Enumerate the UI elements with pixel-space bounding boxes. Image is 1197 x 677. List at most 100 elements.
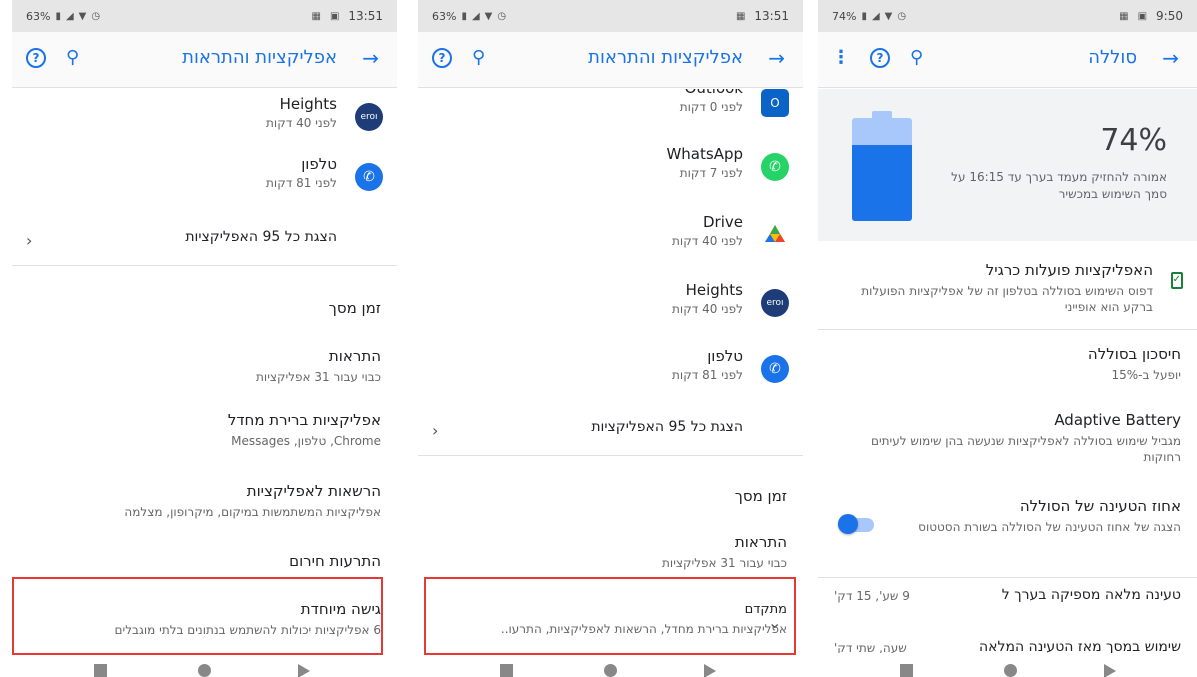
pref-advanced[interactable]: מתקדם אפליקציות ברירת מחדל, הרשאות לאפלי… bbox=[462, 602, 787, 637]
pref-app-permissions[interactable]: הרשאות לאפליקציות אפליקציות המשתמשות במי… bbox=[28, 482, 381, 520]
search-icon[interactable]: ⚲ bbox=[910, 47, 923, 68]
signal-icon: ◢ bbox=[65, 11, 74, 22]
chevron-left-icon: ‹ bbox=[432, 421, 439, 440]
wifi-icon: ▼ bbox=[78, 11, 87, 22]
stat-label: שימוש במסך מאז הטעינה המלאה bbox=[978, 639, 1181, 653]
battery-percent: 74% bbox=[832, 10, 857, 23]
search-icon[interactable]: ⚲ bbox=[472, 47, 485, 68]
pref-special-access[interactable]: גישה מיוחדת 6 אפליקציות יכולות להשתמש בנ… bbox=[28, 600, 381, 638]
recent-app-row[interactable]: ✆ טלפון לפני 81 דקות bbox=[418, 347, 803, 391]
pref-default-apps[interactable]: אפליקציות ברירת מחדל Chrome, טלפון, Mess… bbox=[28, 411, 381, 449]
recent-app-row[interactable]: ✆ WhatsApp לפני 7 דקות bbox=[418, 145, 803, 189]
app-name: טלפון bbox=[707, 347, 743, 365]
pref-subtitle: Chrome, טלפון, Messages bbox=[231, 434, 381, 448]
battery-ok-icon: ✓ bbox=[1171, 272, 1183, 289]
see-all-apps-row[interactable]: הצגת כל 95 האפליקציות ‹ bbox=[12, 219, 397, 255]
pref-subtitle: כבוי עבור 31 אפליקציות bbox=[256, 370, 381, 384]
pref-apps-running-normally[interactable]: האפליקציות פועלות כרגיל דפוס השימוש בסול… bbox=[834, 261, 1153, 315]
status-bar: 74% ▮ ◢ ▼ ◷ ▦ ▣ 9:50 bbox=[818, 0, 1197, 32]
settings-list: O Outlook לפני 0 דקות ✆ WhatsApp לפני 7 … bbox=[418, 89, 803, 653]
help-icon[interactable]: ? bbox=[432, 47, 452, 68]
clock: 9:50 bbox=[1156, 9, 1183, 23]
panel-apps-notifications-2: 63% ▮ ◢ ▼ ◷ ▦ 13:51 → אפליקציות והתראות … bbox=[418, 0, 803, 677]
phone-icon: ✆ bbox=[761, 355, 789, 383]
pref-battery-percentage[interactable]: אחוז הטעינה של הסוללה הצגה של אחוז הטעינ… bbox=[898, 497, 1181, 535]
battery-estimate: אמורה להחזיק מעמד בערך עד 16:15 על סמך ה… bbox=[951, 170, 1167, 201]
wifi-icon: ▼ bbox=[884, 11, 893, 22]
app-last-used: לפני 7 דקות bbox=[679, 166, 743, 180]
recents-button[interactable] bbox=[900, 664, 913, 677]
more-options-icon[interactable]: ⋮ bbox=[832, 47, 850, 68]
pref-screen-time[interactable]: זמן מסך bbox=[434, 487, 787, 505]
pref-title: התרעות חירום bbox=[289, 552, 381, 570]
pref-screen-time[interactable]: זמן מסך bbox=[28, 299, 381, 317]
pref-adaptive-battery[interactable]: Adaptive Battery מגביל שימוש בסוללה לאפל… bbox=[834, 411, 1181, 465]
app-bar: → אפליקציות והתראות ? ⚲ bbox=[12, 32, 397, 88]
back-arrow-icon[interactable]: → bbox=[768, 46, 785, 70]
drive-icon bbox=[761, 221, 789, 249]
signal-icon: ◢ bbox=[471, 11, 480, 22]
battery-level-icon bbox=[852, 111, 912, 221]
back-nav-button[interactable] bbox=[1104, 664, 1116, 677]
back-arrow-icon[interactable]: → bbox=[1162, 46, 1179, 70]
recents-button[interactable] bbox=[500, 664, 513, 677]
notification-icon: ▣ bbox=[329, 10, 340, 22]
home-button[interactable] bbox=[198, 664, 211, 677]
app-last-used: לפני 40 דקות bbox=[672, 302, 743, 316]
app-bar: → סוללה ⋮ ? ⚲ bbox=[818, 32, 1197, 88]
page-title: אפליקציות והתראות bbox=[182, 47, 337, 68]
chevron-left-icon: ‹ bbox=[26, 231, 33, 250]
pref-title: זמן מסך bbox=[734, 487, 787, 505]
help-icon[interactable]: ? bbox=[26, 47, 46, 68]
pref-emergency-alerts[interactable]: התרעות חירום bbox=[28, 552, 381, 570]
recents-button[interactable] bbox=[94, 664, 107, 677]
heights-icon: eroı bbox=[761, 289, 789, 317]
pref-title: גישה מיוחדת bbox=[300, 600, 381, 618]
back-nav-button[interactable] bbox=[704, 664, 716, 677]
pref-notifications[interactable]: התראות כבוי עבור 31 אפליקציות bbox=[434, 533, 787, 571]
pref-notifications[interactable]: התראות כבוי עבור 31 אפליקציות bbox=[28, 347, 381, 385]
app-last-used: לפני 0 דקות bbox=[679, 100, 743, 114]
heights-icon: eroı bbox=[355, 103, 383, 131]
signal-icon: ◢ bbox=[871, 11, 880, 22]
app-bar: → אפליקציות והתראות ? ⚲ bbox=[418, 32, 803, 88]
back-arrow-icon[interactable]: → bbox=[362, 46, 379, 70]
help-icon[interactable]: ? bbox=[870, 47, 890, 68]
pref-battery-saver[interactable]: חיסכון בסוללה יופעל ב-15% bbox=[834, 345, 1181, 383]
nav-bar bbox=[818, 653, 1197, 677]
app-last-used: לפני 81 דקות bbox=[266, 176, 337, 190]
back-nav-button[interactable] bbox=[298, 664, 310, 677]
whatsapp-icon: ✆ bbox=[761, 153, 789, 181]
recent-app-row[interactable]: O Outlook לפני 0 דקות bbox=[418, 89, 803, 123]
pref-subtitle: אפליקציות המשתמשות במיקום, מיקרופון, מצל… bbox=[124, 505, 381, 519]
home-button[interactable] bbox=[604, 664, 617, 677]
battery-percentage-toggle[interactable] bbox=[838, 514, 874, 534]
clock: 13:51 bbox=[348, 9, 383, 23]
recent-app-row[interactable]: eroı Heights לפני 40 דקות bbox=[418, 281, 803, 325]
expand-chevron-icon[interactable]: ⌄ bbox=[768, 613, 781, 632]
home-button[interactable] bbox=[1004, 664, 1017, 677]
search-icon[interactable]: ⚲ bbox=[66, 47, 79, 68]
battery-icon: ▮ bbox=[861, 11, 867, 22]
toggle-knob bbox=[838, 514, 858, 534]
see-all-apps-label: הצגת כל 95 האפליקציות bbox=[591, 419, 743, 435]
page-title: אפליקציות והתראות bbox=[588, 47, 743, 68]
pref-subtitle: הצגה של אחוז הטעינה של הסוללה בשורת הסטט… bbox=[918, 520, 1181, 534]
recent-app-row[interactable]: ✆ טלפון לפני 81 דקות bbox=[12, 155, 397, 199]
recent-app-row[interactable]: Drive לפני 40 דקות bbox=[418, 213, 803, 257]
battery-summary-card: 74% אמורה להחזיק מעמד בערך עד 16:15 על ס… bbox=[818, 89, 1197, 241]
pref-title: אחוז הטעינה של הסוללה bbox=[1019, 497, 1181, 515]
page-title: סוללה bbox=[1088, 47, 1137, 68]
divider bbox=[818, 577, 1197, 578]
alarm-icon: ◷ bbox=[897, 11, 907, 22]
stat-full-charge-lasts: טעינה מלאה מספיקה בערך ל 9 שע', 15 דק' bbox=[834, 587, 1181, 607]
app-last-used: לפני 40 דקות bbox=[266, 116, 337, 130]
see-all-apps-row[interactable]: הצגת כל 95 האפליקציות ‹ bbox=[418, 409, 803, 445]
pref-subtitle: אפליקציות ברירת מחדל, הרשאות לאפליקציות,… bbox=[500, 622, 787, 636]
app-name: טלפון bbox=[301, 155, 337, 173]
pref-title: האפליקציות פועלות כרגיל bbox=[985, 261, 1153, 279]
app-name: Heights bbox=[685, 281, 743, 299]
recent-app-row[interactable]: eroı Heights לפני 40 דקות bbox=[12, 95, 397, 139]
alarm-icon: ◷ bbox=[91, 11, 101, 22]
vibrate-icon: ▦ bbox=[311, 10, 321, 22]
